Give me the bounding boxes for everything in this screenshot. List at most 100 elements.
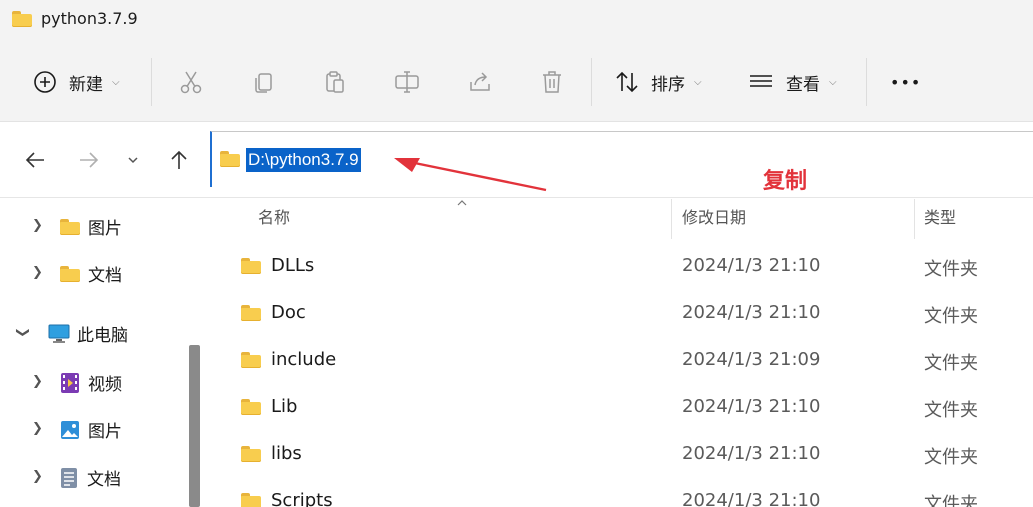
file-row[interactable]: Scripts 2024/1/3 21:10 文件夹 [210, 480, 1033, 507]
chevron-right-icon[interactable]: ❯ [32, 218, 43, 233]
file-type: 文件夹 [924, 306, 978, 327]
sidebar-item-label: 此电脑 [77, 326, 128, 346]
file-date: 2024/1/3 21:09 [682, 349, 821, 370]
toolbar-divider [866, 58, 867, 106]
image-icon [61, 420, 79, 439]
folder-icon [60, 265, 80, 282]
cut-button[interactable] [178, 62, 204, 102]
file-type: 文件夹 [924, 259, 978, 280]
chevron-right-icon[interactable]: ❯ [32, 421, 43, 436]
document-icon [61, 467, 77, 488]
file-name: Scripts [271, 490, 333, 507]
clipboard-icon [326, 71, 344, 93]
column-header-name[interactable]: 名称 [258, 199, 290, 239]
share-button[interactable] [467, 62, 493, 102]
sidebar-item-pictures-pc[interactable]: 图片 [60, 417, 122, 442]
more-options-button[interactable]: ••• [890, 62, 921, 102]
folder-icon [241, 305, 261, 321]
delete-button[interactable] [539, 62, 565, 102]
up-button[interactable] [164, 145, 194, 175]
column-header-type[interactable]: 类型 [924, 199, 956, 239]
window-title: python3.7.9 [12, 9, 138, 28]
sort-button[interactable]: 排序 ⌵ [614, 62, 702, 102]
sidebar-item-documents-pc[interactable]: 文档 [60, 465, 121, 490]
new-button-label: 新建 [69, 74, 103, 95]
chevron-down-icon [128, 157, 138, 164]
rename-button[interactable] [394, 62, 420, 102]
arrow-left-icon [25, 152, 44, 168]
rename-icon [395, 71, 419, 93]
file-row[interactable]: Doc 2024/1/3 21:10 文件夹 [210, 292, 1033, 339]
column-header-date[interactable]: 修改日期 [682, 199, 746, 239]
navigation-bar: D:\python3.7.9 复制 [0, 123, 1033, 198]
folder-icon [241, 399, 261, 415]
sidebar-scrollbar[interactable] [189, 345, 200, 507]
sidebar-item-this-pc[interactable]: 此电脑 [48, 321, 128, 346]
column-divider[interactable] [671, 199, 672, 239]
sort-ascending-icon [457, 200, 467, 206]
folder-icon [241, 352, 261, 368]
recent-locations-button[interactable] [118, 145, 148, 175]
file-row[interactable]: Lib 2024/1/3 21:10 文件夹 [210, 386, 1033, 433]
annotation-arrow-icon [394, 158, 547, 192]
file-row[interactable]: libs 2024/1/3 21:10 文件夹 [210, 433, 1033, 480]
sort-button-label: 排序 [651, 74, 685, 95]
back-button[interactable] [20, 145, 50, 175]
folder-icon [12, 10, 32, 27]
folder-icon [241, 258, 261, 274]
folder-icon [241, 493, 261, 507]
sidebar-item-videos[interactable]: 视频 [60, 370, 122, 395]
sidebar-item-label: 视频 [88, 375, 122, 395]
chevron-down-icon[interactable]: ❯ [15, 327, 30, 338]
window-title-text: python3.7.9 [41, 9, 138, 28]
address-path[interactable]: D:\python3.7.9 [246, 148, 361, 172]
paste-button[interactable] [322, 62, 348, 102]
sidebar-item-label: 文档 [87, 470, 121, 490]
more-dots-icon: ••• [890, 72, 922, 92]
trash-icon [543, 71, 561, 93]
file-type: 文件夹 [924, 494, 978, 507]
folder-icon [241, 446, 261, 462]
command-bar: 新建 ⌵ 排序 ⌵ 查看 ⌵ ••• [0, 40, 1033, 122]
new-button[interactable]: 新建 ⌵ [33, 62, 120, 102]
folder-icon [60, 218, 80, 235]
file-date: 2024/1/3 21:10 [682, 255, 821, 276]
list-view-icon [750, 75, 772, 87]
column-divider[interactable] [914, 199, 915, 239]
chevron-right-icon[interactable]: ❯ [32, 469, 43, 484]
file-type: 文件夹 [924, 353, 978, 374]
file-date: 2024/1/3 21:10 [682, 443, 821, 464]
file-name: DLLs [271, 255, 315, 276]
sidebar-item-label: 图片 [88, 422, 122, 442]
forward-button[interactable] [74, 145, 104, 175]
address-bar[interactable]: D:\python3.7.9 复制 [210, 131, 1033, 194]
file-date: 2024/1/3 21:10 [682, 396, 821, 417]
chevron-right-icon[interactable]: ❯ [32, 265, 43, 280]
annotation-label: 复制 [763, 169, 808, 194]
file-type: 文件夹 [924, 400, 978, 421]
file-row[interactable]: DLLs 2024/1/3 21:10 文件夹 [210, 245, 1033, 292]
sidebar-item-pictures[interactable]: 图片 [60, 214, 122, 239]
folder-icon [220, 151, 240, 167]
file-name: include [271, 349, 337, 370]
file-name: Doc [271, 302, 306, 323]
scissors-icon [180, 71, 202, 94]
file-date: 2024/1/3 21:10 [682, 490, 821, 507]
title-bar: python3.7.9 [0, 0, 1033, 40]
chevron-down-icon: ⌵ [694, 76, 702, 88]
chevron-right-icon[interactable]: ❯ [32, 374, 43, 389]
copy-button[interactable] [251, 62, 277, 102]
file-name: libs [271, 443, 302, 464]
copy-icon [255, 73, 272, 93]
monitor-icon [48, 324, 70, 343]
sidebar-item-label: 文档 [88, 266, 122, 286]
sidebar-item-label: 图片 [88, 219, 122, 239]
sidebar-item-documents[interactable]: 文档 [60, 261, 122, 286]
sort-icon [616, 71, 638, 93]
file-row[interactable]: include 2024/1/3 21:09 文件夹 [210, 339, 1033, 386]
view-button-label: 查看 [786, 74, 820, 95]
file-type: 文件夹 [924, 447, 978, 468]
arrow-right-icon [80, 152, 99, 168]
view-button[interactable]: 查看 ⌵ [748, 62, 837, 102]
chevron-down-icon: ⌵ [829, 76, 837, 88]
